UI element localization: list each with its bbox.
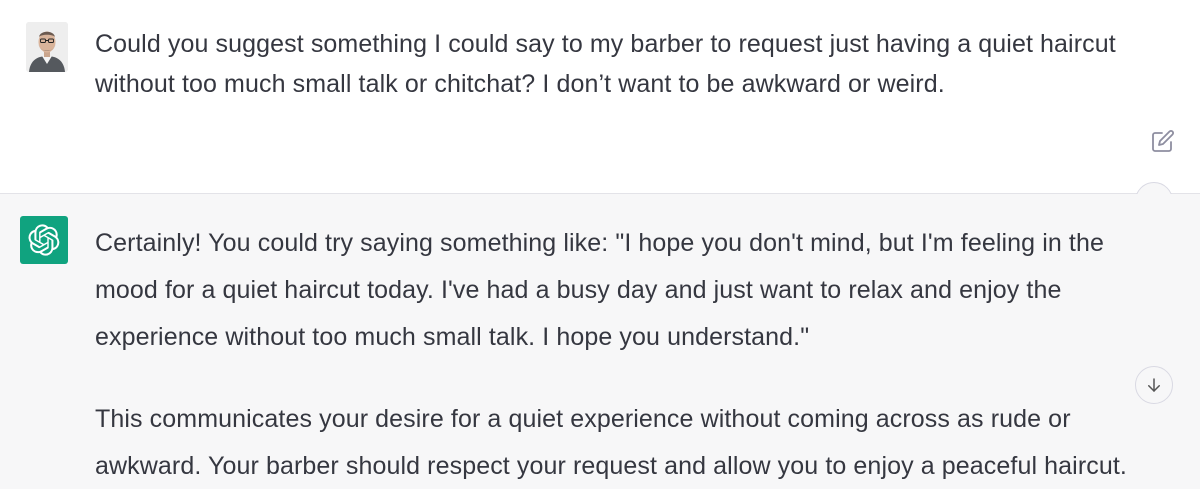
user-message-line: without too much small talk or chitchat?… (95, 70, 945, 98)
scroll-down-button[interactable] (1135, 366, 1173, 404)
assistant-line: This communicates your desire for a quie… (95, 405, 1071, 433)
edit-message-button[interactable] (1150, 128, 1176, 154)
assistant-line: experience without too much small talk. … (95, 323, 810, 351)
assistant-line: Certainly! You could try saying somethin… (95, 229, 1104, 257)
assistant-message-row: Certainly! You could try saying somethin… (0, 194, 1200, 489)
arrow-down-icon (1148, 378, 1160, 392)
user-avatar (26, 22, 68, 72)
user-message-row: Could you suggest something I could say … (0, 0, 1200, 194)
assistant-line: awkward. Your barber should respect your… (95, 452, 1127, 480)
openai-logo-icon (28, 224, 60, 256)
user-avatar-image (26, 22, 68, 72)
assistant-avatar (20, 216, 68, 264)
assistant-paragraph-1: Certainly! You could try saying somethin… (95, 220, 1185, 361)
assistant-line: mood for a quiet haircut today. I've had… (95, 276, 1062, 304)
pencil-square-icon (1152, 130, 1174, 152)
user-message-line: Could you suggest something I could say … (95, 30, 1116, 58)
assistant-paragraph-2: This communicates your desire for a quie… (95, 396, 1195, 489)
user-message-text: Could you suggest something I could say … (95, 24, 1185, 104)
